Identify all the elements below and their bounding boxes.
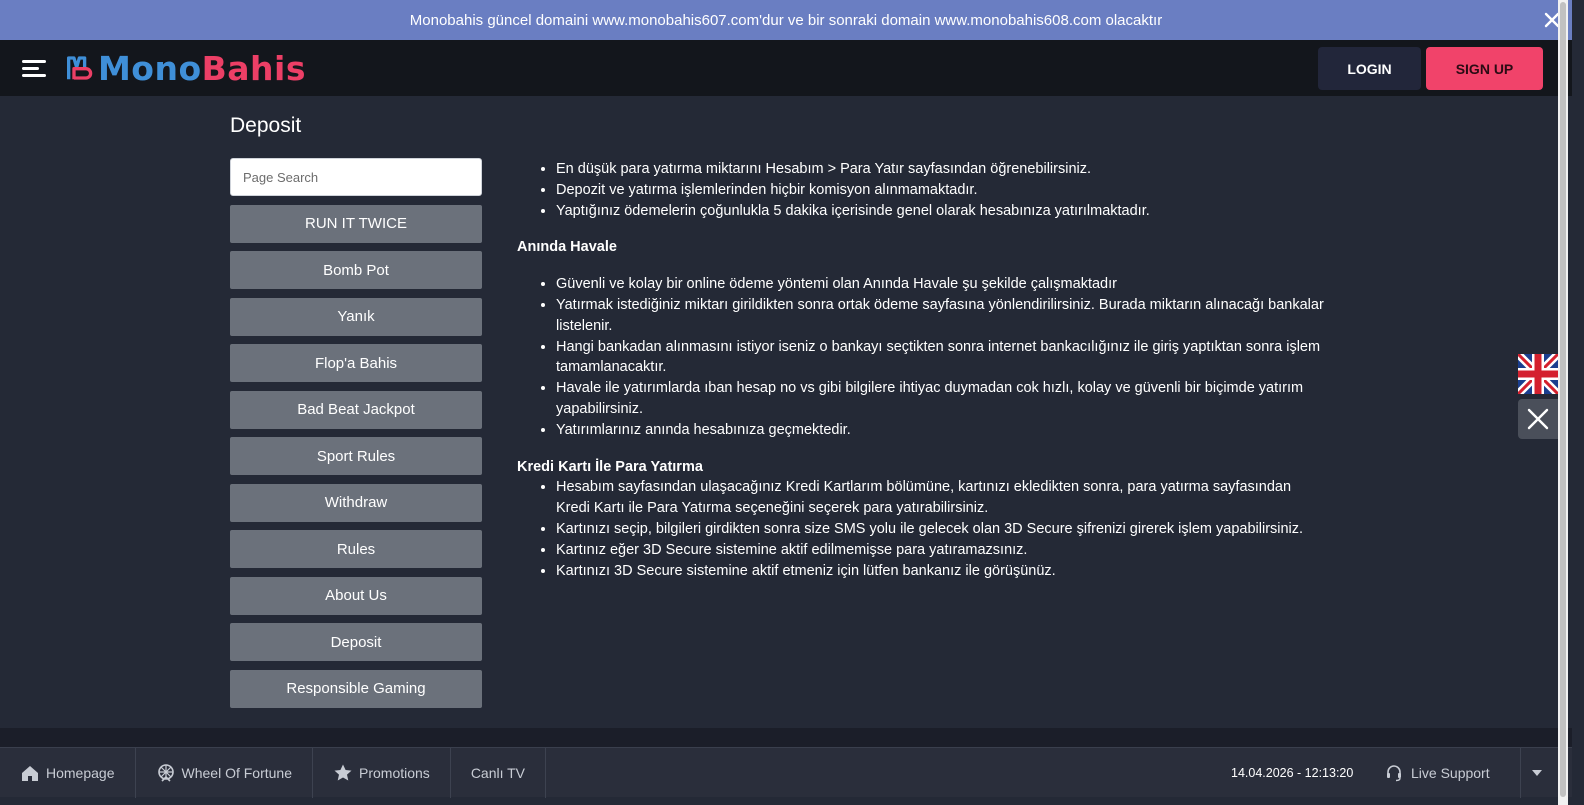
list-item: Havale ile yatırımlarda ıban hesap no vs… [556,378,1327,420]
headset-icon [1387,765,1401,782]
sidebar-item-sport-rules[interactable]: Sport Rules [230,437,482,475]
deposit-content: En düşük para yatırma miktarını Hesabım … [517,159,1327,581]
homepage-link[interactable]: Homepage [0,747,136,798]
list-item: Hangi bankadan alınmasını istiyor iseniz… [556,337,1327,379]
promotions-link[interactable]: Promotions [313,747,451,798]
domain-notice-banner: Monobahis güncel domaini www.monobahis60… [0,0,1572,40]
scrollbar-thumb[interactable] [1560,2,1566,797]
sidebar-item-withdraw[interactable]: Withdraw [230,483,482,522]
list-item: Kartınızı seçip, bilgileri girdikten son… [556,519,1327,540]
list-item: Güvenli ve kolay bir online ödeme yöntem… [556,274,1327,295]
hamburger-menu-icon[interactable] [20,56,48,80]
sidebar-item-bad-beat-jackpot[interactable]: Bad Beat Jackpot [230,390,482,429]
wheel-icon [157,763,174,782]
notice-text: Monobahis güncel domaini www.monobahis60… [409,11,1163,29]
aninda-havale-list: Güvenli ve kolay bir online ödeme yöntem… [517,274,1327,440]
intro-list: En düşük para yatırma miktarını Hesabım … [517,159,1327,221]
logo-mark-icon [66,56,93,80]
list-item: Yaptığınız ödemelerin çoğunlukla 5 dakik… [556,201,1327,222]
sidebar-item-flopa-bahis[interactable]: Flop'a Bahis [230,344,482,382]
monobahis-logo[interactable]: MonoBahis [66,46,306,90]
bottom-navigation-bar: Homepage Wheel Of Fortune Promotions Can… [0,747,1572,798]
promotions-label: Promotions [359,764,430,781]
kredi-karti-list: Hesabım sayfasından ulaşacağınız Kredi K… [517,477,1327,581]
live-support-button[interactable]: Live Support [1385,748,1490,798]
list-item: Kartınızı 3D Secure sistemine aktif etme… [556,561,1327,582]
section-title-kredi-karti: Kredi Kartı İle Para Yatırma [517,458,703,475]
sidebar-item-about-us[interactable]: About Us [230,576,482,615]
canli-tv-label: Canlı TV [470,764,526,781]
login-button[interactable]: LOGIN [1318,47,1421,90]
site-header: MonoBahis LOGIN SIGN UP [0,40,1572,96]
caret-down-icon[interactable] [1520,748,1552,798]
homepage-label: Homepage [46,764,115,781]
wheel-of-fortune-link[interactable]: Wheel Of Fortune [136,747,313,798]
signup-button[interactable]: SIGN UP [1426,47,1543,90]
list-item: Depozit ve yatırma işlemlerinden hiçbir … [556,180,1327,201]
sidebar-item-run-it-twice[interactable]: RUN IT TWICE [230,204,482,243]
sidebar-item-rules[interactable]: Rules [230,530,482,568]
footer-band [0,728,1572,747]
section-title-aninda-havale: Anında Havale [517,239,617,256]
list-item: Yatırmak istediğiniz miktarı girildikten… [556,295,1327,337]
star-icon [334,764,352,780]
list-item: Hesabım sayfasından ulaşacağınız Kredi K… [556,477,1327,519]
list-item: En düşük para yatırma miktarını Hesabım … [556,159,1327,180]
sidebar-item-bomb-pot[interactable]: Bomb Pot [230,251,482,289]
page-search-input[interactable] [230,158,482,196]
widget-close-icon[interactable] [1518,399,1558,439]
wheel-of-fortune-label: Wheel Of Fortune [181,764,293,781]
sidebar-item-yanik[interactable]: Yanık [230,297,482,336]
uk-flag-icon[interactable] [1515,351,1561,397]
canli-tv-link[interactable]: Canlı TV [451,747,547,798]
page-title: Deposit [230,114,302,137]
datetime-display: 14.04.2026 - 12:13:20 [1231,766,1354,780]
live-support-label: Live Support [1411,765,1490,781]
rules-sidebar: RUN IT TWICE Bomb Pot Yanık Flop'a Bahis… [230,158,482,708]
sidebar-item-deposit[interactable]: Deposit [230,623,482,661]
home-icon [22,765,38,781]
logo-text: MonoBahis [97,48,306,88]
list-item: Yatırımlarınız anında hesabınıza geçmekt… [556,420,1327,441]
list-item: Kartınız eğer 3D Secure sistemine aktif … [556,540,1327,561]
sidebar-item-responsible-gaming[interactable]: Responsible Gaming [230,669,482,708]
